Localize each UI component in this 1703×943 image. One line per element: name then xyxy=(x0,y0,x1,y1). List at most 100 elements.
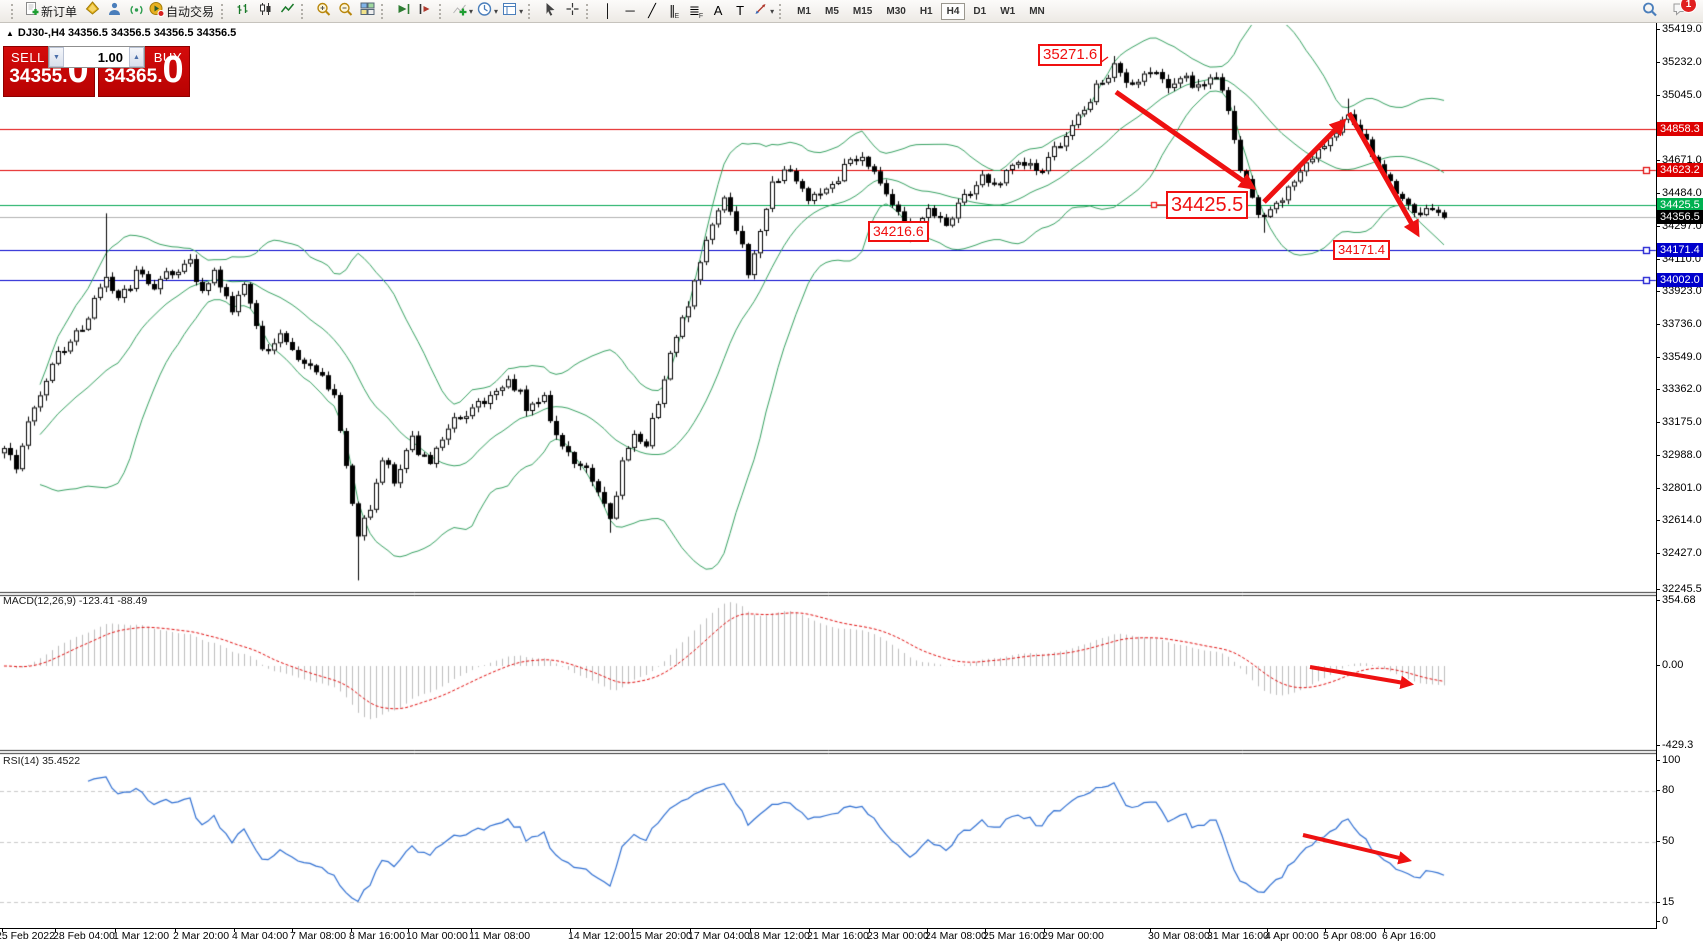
volume-up-button[interactable]: ▲ xyxy=(129,47,144,67)
timeframe-M15[interactable]: M15 xyxy=(847,3,878,20)
vertical-line-button[interactable]: │ xyxy=(597,1,619,21)
time-axis-tickmark xyxy=(2,928,3,932)
fibonacci-button[interactable]: ≣F xyxy=(685,1,707,21)
horizontal-line-icon: ─ xyxy=(625,3,634,19)
crosshair-icon xyxy=(564,1,581,22)
time-axis-tickmark xyxy=(55,928,56,932)
time-axis-label: 7 Mar 08:00 xyxy=(290,930,346,942)
timeframe-W1[interactable]: W1 xyxy=(994,3,1021,20)
time-axis-label: 17 Mar 04:00 xyxy=(688,930,750,942)
chat-icon[interactable]: 1 xyxy=(1672,1,1689,22)
time-axis-label: 4 Apr 00:00 xyxy=(1265,930,1319,942)
metaeditor-button[interactable] xyxy=(81,1,103,21)
line-chart-button[interactable] xyxy=(276,1,298,21)
rsi-label: RSI(14) 35.4522 xyxy=(3,755,80,767)
macd-label: MACD(12,26,9) -123.41 -88.49 xyxy=(3,595,147,607)
notification-badge: 1 xyxy=(1680,0,1697,13)
one-click-toggle[interactable]: ▲ xyxy=(6,29,14,38)
time-axis-tickmark xyxy=(1150,928,1151,932)
toolbar-group-separator xyxy=(301,4,307,19)
chart-canvas[interactable] xyxy=(0,23,1657,929)
new-order-button[interactable]: 新订单 xyxy=(22,1,81,21)
horizontal-line-button[interactable]: ─ xyxy=(619,1,641,21)
autotrading-label: 自动交易 xyxy=(166,3,214,20)
templates-dropdown-icon[interactable]: ▾ xyxy=(519,7,523,16)
timeframe-MN[interactable]: MN xyxy=(1023,3,1051,20)
indicators-button[interactable]: ▾ xyxy=(450,1,475,21)
signals-button[interactable] xyxy=(125,1,147,21)
search-icon[interactable] xyxy=(1641,1,1658,22)
text-button[interactable]: A xyxy=(707,1,729,21)
toolbar-group-separator xyxy=(439,4,445,19)
timeframe-M1[interactable]: M1 xyxy=(791,3,817,20)
time-axis-label: 21 Mar 16:00 xyxy=(807,930,869,942)
cursor-button[interactable] xyxy=(539,1,561,21)
templates-icon xyxy=(501,1,518,22)
time-axis-tickmark xyxy=(175,928,176,932)
cursor-icon xyxy=(542,1,559,22)
trendline-button[interactable]: ╱ xyxy=(641,1,663,21)
market-watch-button[interactable] xyxy=(103,1,125,21)
time-axis-tickmark xyxy=(471,928,472,932)
price-axis-tick: 32614.0 xyxy=(1662,514,1702,526)
rsi-axis-tick: 15 xyxy=(1662,896,1674,908)
time-axis-label: 11 Mar 08:00 xyxy=(469,930,530,942)
price-tag: 34858.3 xyxy=(1657,122,1703,136)
tile-windows-button[interactable] xyxy=(356,1,378,21)
zoom-out-button[interactable] xyxy=(334,1,356,21)
price-axis-tick: 33362.0 xyxy=(1662,383,1702,395)
time-axis-tickmark xyxy=(750,928,751,932)
text-label-button[interactable]: T xyxy=(729,1,751,21)
auto-scroll-button[interactable] xyxy=(392,1,414,21)
price-axis-tick: 33175.0 xyxy=(1662,416,1702,428)
equidistant-channel-button[interactable]: ∥E xyxy=(663,1,685,21)
autotrading-button[interactable]: 自动交易 xyxy=(147,1,218,21)
time-axis-label: 5 Apr 08:00 xyxy=(1323,930,1377,942)
time-axis-tickmark xyxy=(809,928,810,932)
candlestick-chart-button[interactable] xyxy=(254,1,276,21)
price-axis-tick: 32988.0 xyxy=(1662,449,1702,461)
price-annotation: 34171.4 xyxy=(1333,240,1390,260)
vertical-line-icon: │ xyxy=(604,3,612,19)
periods-dropdown-icon[interactable]: ▾ xyxy=(494,7,498,16)
timeframe-M30[interactable]: M30 xyxy=(880,3,911,20)
time-axis-label: 25 Feb 2022 xyxy=(0,930,55,942)
time-axis-tickmark xyxy=(408,928,409,932)
toolbar-right: 1 xyxy=(1641,1,1703,22)
time-axis-label: 30 Mar 08:00 xyxy=(1148,930,1210,942)
time-axis-label: 18 Mar 12:00 xyxy=(748,930,810,942)
crosshair-button[interactable] xyxy=(561,1,583,21)
toolbar-group-separator xyxy=(779,4,785,19)
volume-input[interactable] xyxy=(64,47,129,67)
price-tag: 34623.2 xyxy=(1657,163,1703,177)
price-tag: 34171.4 xyxy=(1657,243,1703,257)
timeframe-M5[interactable]: M5 xyxy=(819,3,845,20)
bar-chart-button[interactable] xyxy=(232,1,254,21)
arrows-tool-button[interactable]: ▾ xyxy=(751,1,776,21)
chart-shift-button[interactable] xyxy=(414,1,436,21)
zoom-in-icon xyxy=(315,1,332,22)
price-axis-tick: 32427.0 xyxy=(1662,547,1702,559)
auto-scroll-icon xyxy=(395,1,412,22)
macd-axis-tick: 354.68 xyxy=(1662,594,1696,606)
time-axis-tickmark xyxy=(292,928,293,932)
time-axis-tickmark xyxy=(234,928,235,932)
price-axis-border xyxy=(1656,23,1657,929)
volume-down-button[interactable]: ▼ xyxy=(49,47,64,67)
periods-button[interactable]: ▾ xyxy=(475,1,500,21)
chart-shift-icon xyxy=(417,1,434,22)
time-axis-tickmark xyxy=(690,928,691,932)
zoom-in-button[interactable] xyxy=(312,1,334,21)
text-icon: A xyxy=(714,3,723,19)
timeframe-D1[interactable]: D1 xyxy=(967,3,992,20)
arrows-tool-icon xyxy=(752,1,769,22)
main-toolbar: 新订单 自动交易 ▾ ▾ ▾ │ ─ ╱∥E≣F AT ▾ M1M5M15M30H1H4D1W1MN… xyxy=(0,0,1703,23)
timeframe-H1[interactable]: H1 xyxy=(914,3,939,20)
time-axis-tickmark xyxy=(1044,928,1045,932)
arrows-tool-dropdown-icon[interactable]: ▾ xyxy=(770,7,774,16)
toolbar-group-separator xyxy=(381,4,387,19)
time-axis-tickmark xyxy=(1209,928,1210,932)
templates-button[interactable]: ▾ xyxy=(500,1,525,21)
indicators-dropdown-icon[interactable]: ▾ xyxy=(469,7,473,16)
timeframe-H4[interactable]: H4 xyxy=(941,3,966,20)
